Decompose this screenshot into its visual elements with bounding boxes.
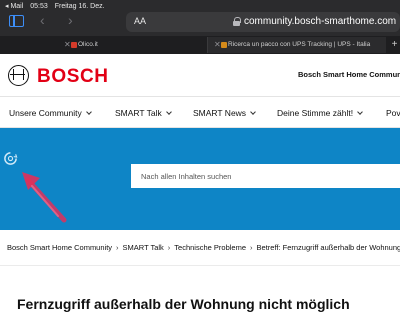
- chevron-down-icon: [357, 109, 363, 115]
- red-arrow-annotation: [22, 172, 67, 223]
- chevron-right-icon: ›: [167, 243, 171, 252]
- nav-item-unsere-community[interactable]: Unsere Community: [9, 108, 92, 118]
- tab-label: Olico.it: [78, 41, 98, 48]
- bosch-armature-icon[interactable]: [8, 65, 29, 86]
- status-bar: ◂ Mail 05:53 Freitag 16. Dez.: [5, 2, 110, 10]
- nav-item-smart-talk[interactable]: SMART Talk: [115, 108, 172, 118]
- browser-chrome: ◂ Mail 05:53 Freitag 16. Dez. ‹ › AA com…: [0, 0, 400, 54]
- new-tab-button[interactable]: +: [389, 36, 400, 54]
- lock-icon: [233, 17, 241, 26]
- nav-item-label: SMART Talk: [115, 108, 162, 118]
- nav-item-label: Deine Stimme zählt!: [277, 108, 354, 118]
- back-to-mail-link[interactable]: ◂ Mail: [5, 3, 23, 10]
- favicon-icon: [71, 42, 77, 48]
- thread-title: Fernzugriff außerhalb der Wohnung nicht …: [17, 296, 350, 312]
- nav-item-pov[interactable]: Pov: [386, 108, 400, 118]
- breadcrumb-item-current: Betreff: Fernzugriff außerhalb der Wohnu…: [256, 243, 400, 252]
- main-navigation: Unsere Community SMART Talk SMART News D…: [0, 96, 400, 128]
- chevron-down-icon: [165, 109, 172, 115]
- hero-banner: [0, 128, 400, 230]
- url-text[interactable]: community.bosch-smarthome.com: [244, 16, 396, 27]
- text-size-button[interactable]: AA: [134, 16, 146, 26]
- site-header: BOSCH Bosch Smart Home Communit: [0, 54, 400, 96]
- breadcrumb: Bosch Smart Home Community › SMART Talk › Te…: [0, 230, 400, 266]
- address-bar[interactable]: AA community.bosch-smarthome.com: [126, 12, 400, 32]
- site-title[interactable]: Bosch Smart Home Communit: [298, 70, 400, 79]
- tab-bar: ✕ Olico.it ✕ Ricerca un pacco con UPS Tr…: [0, 36, 400, 54]
- nav-item-smart-news[interactable]: SMART News: [193, 108, 256, 118]
- sidebar-icon[interactable]: [9, 15, 24, 27]
- close-icon[interactable]: ✕: [214, 37, 221, 53]
- nav-item-label: Pov: [386, 108, 400, 118]
- nav-item-deine-stimme[interactable]: Deine Stimme zählt!: [277, 108, 363, 118]
- tab-label: Ricerca un pacco con UPS Tracking | UPS …: [228, 41, 371, 48]
- nav-item-label: Unsere Community: [9, 108, 82, 118]
- chevron-right-icon: ›: [116, 243, 119, 252]
- nav-item-label: SMART News: [193, 108, 247, 118]
- search-box: [131, 164, 400, 188]
- status-time: 05:53: [30, 3, 48, 10]
- favicon-icon: [221, 42, 227, 48]
- search-input[interactable]: [131, 164, 400, 188]
- chevron-left-icon[interactable]: ‹: [40, 13, 45, 27]
- tab-olico[interactable]: ✕ Olico.it: [58, 37, 208, 53]
- breadcrumb-item[interactable]: Technische Probleme: [174, 243, 246, 252]
- chevron-right-icon: ›: [250, 243, 253, 252]
- status-date: Freitag 16. Dez.: [54, 3, 105, 10]
- close-icon[interactable]: ✕: [64, 37, 71, 53]
- brand-logo[interactable]: BOSCH: [37, 66, 109, 88]
- chevron-down-icon: [85, 109, 92, 115]
- chevron-right-icon[interactable]: ›: [68, 13, 73, 27]
- loading-icon[interactable]: [3, 151, 18, 166]
- chevron-down-icon: [250, 109, 256, 115]
- tab-ups[interactable]: ✕ Ricerca un pacco con UPS Tracking | UP…: [208, 37, 386, 53]
- breadcrumb-item[interactable]: Bosch Smart Home Community: [7, 243, 112, 252]
- breadcrumb-item[interactable]: SMART Talk: [123, 243, 164, 252]
